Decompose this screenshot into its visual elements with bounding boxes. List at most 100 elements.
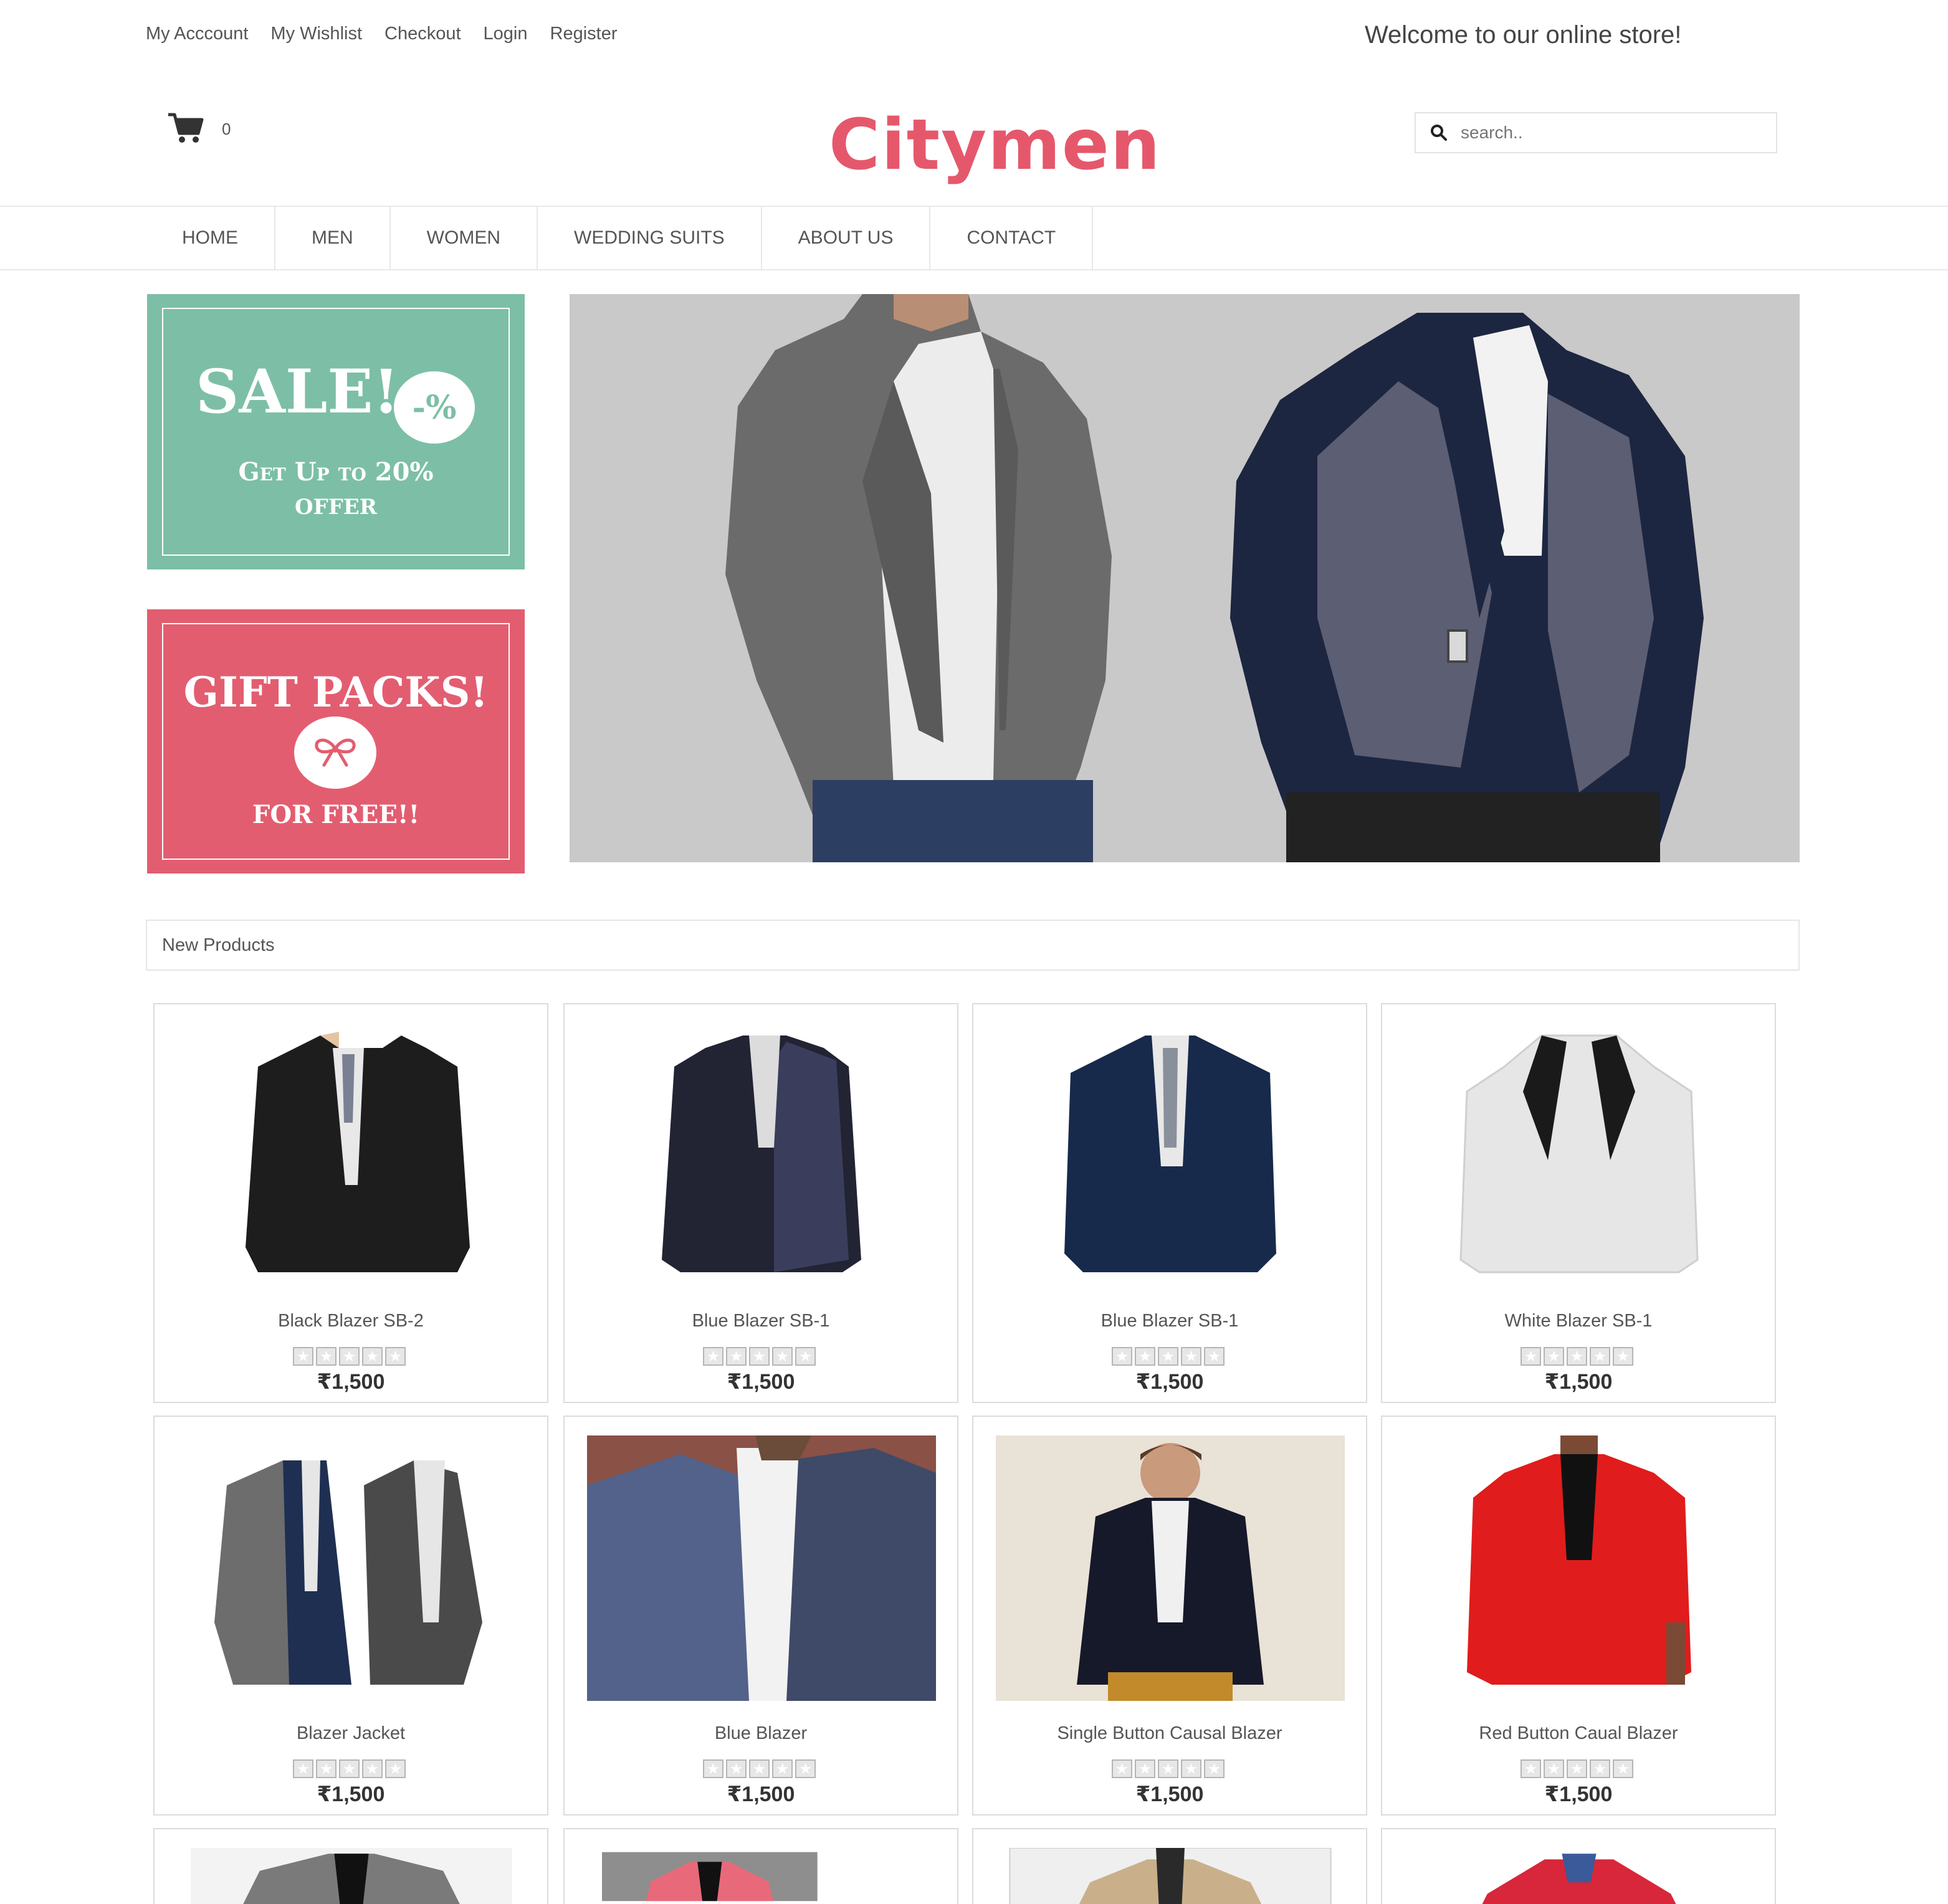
rating-stars: ★ ★ ★ ★ ★ — [293, 1347, 406, 1366]
star-icon: ★ — [339, 1759, 360, 1778]
product-card[interactable]: Blue Blazer ★ ★ ★ ★ ★ ₹1,500 — [563, 1416, 958, 1816]
product-card[interactable]: Single Button Causal Blazer ★ ★ ★ ★ ★ ₹1,500 — [972, 1416, 1367, 1816]
star-icon: ★ — [795, 1347, 816, 1366]
register-link[interactable]: Register — [550, 24, 618, 44]
rating-stars: ★ ★ ★ ★ ★ — [703, 1347, 816, 1366]
star-icon: ★ — [362, 1347, 383, 1366]
star-icon: ★ — [1158, 1759, 1178, 1778]
rating-stars: ★ ★ ★ ★ ★ — [293, 1759, 406, 1778]
product-card[interactable]: Black Blazer SB-2 ★ ★ ★ ★ ★ ₹1,500 — [153, 1003, 548, 1403]
star-icon: ★ — [1544, 1347, 1564, 1366]
product-card[interactable]: Blue Blazer SB-1 ★ ★ ★ ★ ★ ₹1,500 — [972, 1003, 1367, 1403]
star-icon: ★ — [703, 1759, 723, 1778]
gift-subtitle: FOR FREE!! — [252, 800, 420, 829]
star-icon: ★ — [385, 1347, 406, 1366]
star-icon: ★ — [1135, 1759, 1155, 1778]
star-icon: ★ — [1112, 1759, 1132, 1778]
star-icon: ★ — [726, 1347, 747, 1366]
nav-women[interactable]: WOMEN — [391, 207, 538, 269]
product-image[interactable] — [996, 1848, 1345, 1904]
product-price: ₹1,500 — [317, 1783, 385, 1806]
star-icon: ★ — [1521, 1759, 1541, 1778]
product-image[interactable] — [177, 1435, 526, 1701]
star-icon: ★ — [1613, 1347, 1633, 1366]
hero-banner-image[interactable] — [570, 294, 1800, 862]
product-price: ₹1,500 — [1544, 1783, 1613, 1806]
cart-icon[interactable] — [167, 112, 204, 145]
product-image[interactable] — [1405, 1848, 1754, 1904]
main-nav: HOME MEN WOMEN WEDDING SUITS ABOUT US CO… — [0, 206, 1948, 270]
product-card[interactable] — [153, 1828, 548, 1904]
product-card[interactable] — [972, 1828, 1367, 1904]
product-image[interactable] — [602, 1848, 876, 1904]
product-name[interactable]: Black Blazer SB-2 — [155, 1311, 547, 1331]
product-name[interactable]: White Blazer SB-1 — [1382, 1311, 1775, 1331]
product-image[interactable] — [1405, 1023, 1754, 1288]
checkout-link[interactable]: Checkout — [384, 24, 461, 44]
star-icon: ★ — [339, 1347, 360, 1366]
product-image[interactable] — [996, 1023, 1345, 1288]
star-icon: ★ — [1204, 1759, 1225, 1778]
star-icon: ★ — [1567, 1759, 1587, 1778]
product-name[interactable]: Single Button Causal Blazer — [973, 1723, 1366, 1744]
sale-promo-banner[interactable]: SALE! -% Get Up to 20% OFFER — [147, 294, 525, 569]
product-image[interactable] — [177, 1023, 526, 1288]
search-input[interactable] — [1461, 123, 1760, 143]
gift-title: GIFT PACKS! — [183, 668, 489, 716]
product-image[interactable] — [177, 1848, 526, 1904]
nav-contact[interactable]: CONTACT — [930, 207, 1094, 269]
nav-home[interactable]: HOME — [146, 207, 275, 269]
product-image[interactable] — [587, 1435, 936, 1701]
my-account-link[interactable]: My Acccount — [146, 24, 248, 44]
search-box[interactable] — [1415, 112, 1777, 153]
star-icon: ★ — [1204, 1347, 1225, 1366]
product-image[interactable] — [587, 1023, 936, 1288]
product-image[interactable] — [1405, 1435, 1754, 1701]
rating-stars: ★ ★ ★ ★ ★ — [1521, 1759, 1633, 1778]
search-icon — [1431, 125, 1447, 141]
product-card[interactable]: White Blazer SB-1 ★ ★ ★ ★ ★ ₹1,500 — [1381, 1003, 1776, 1403]
welcome-message: Welcome to our online store! — [1365, 21, 1682, 49]
percent-badge: -% — [394, 371, 475, 444]
sale-title: SALE! — [196, 356, 399, 427]
product-card[interactable]: Red Button Caual Blazer ★ ★ ★ ★ ★ ₹1,500 — [1381, 1416, 1776, 1816]
product-image[interactable] — [996, 1435, 1345, 1701]
star-icon: ★ — [772, 1759, 793, 1778]
sale-subtitle: Get Up to 20% OFFER — [147, 455, 525, 525]
top-links: My Acccount My Wishlist Checkout Login R… — [146, 24, 618, 44]
gift-promo-banner[interactable]: GIFT PACKS! FOR FREE!! — [147, 609, 525, 873]
product-name[interactable]: Blazer Jacket — [155, 1723, 547, 1744]
star-icon: ★ — [1135, 1347, 1155, 1366]
star-icon: ★ — [316, 1759, 337, 1778]
star-icon: ★ — [293, 1759, 313, 1778]
star-icon: ★ — [385, 1759, 406, 1778]
product-name[interactable]: Blue Blazer — [565, 1723, 957, 1744]
product-name[interactable]: Blue Blazer SB-1 — [565, 1311, 957, 1331]
rating-stars: ★ ★ ★ ★ ★ — [1112, 1347, 1225, 1366]
site-logo[interactable]: Citymen — [829, 105, 1162, 186]
star-icon: ★ — [1590, 1759, 1610, 1778]
nav-men[interactable]: MEN — [275, 207, 391, 269]
product-name[interactable]: Red Button Caual Blazer — [1382, 1723, 1775, 1744]
product-name[interactable]: Blue Blazer SB-1 — [973, 1311, 1366, 1331]
sale-line-2: OFFER — [294, 495, 378, 520]
product-card[interactable] — [563, 1828, 958, 1904]
product-price: ₹1,500 — [727, 1370, 795, 1394]
star-icon: ★ — [362, 1759, 383, 1778]
product-price: ₹1,500 — [317, 1370, 385, 1394]
login-link[interactable]: Login — [484, 24, 528, 44]
sale-line-1: Get Up to 20% — [238, 457, 434, 487]
star-icon: ★ — [1613, 1759, 1633, 1778]
star-icon: ★ — [1158, 1347, 1178, 1366]
product-card[interactable]: Blazer Jacket ★ ★ ★ ★ ★ ₹1,500 — [153, 1416, 548, 1816]
rating-stars: ★ ★ ★ ★ ★ — [703, 1759, 816, 1778]
product-card[interactable] — [1381, 1828, 1776, 1904]
product-card[interactable]: Blue Blazer SB-1 ★ ★ ★ ★ ★ ₹1,500 — [563, 1003, 958, 1403]
my-wishlist-link[interactable]: My Wishlist — [270, 24, 362, 44]
nav-wedding-suits[interactable]: WEDDING SUITS — [538, 207, 762, 269]
star-icon: ★ — [795, 1759, 816, 1778]
star-icon: ★ — [726, 1759, 747, 1778]
product-price: ₹1,500 — [727, 1783, 795, 1806]
nav-about-us[interactable]: ABOUT US — [762, 207, 931, 269]
star-icon: ★ — [1181, 1347, 1201, 1366]
